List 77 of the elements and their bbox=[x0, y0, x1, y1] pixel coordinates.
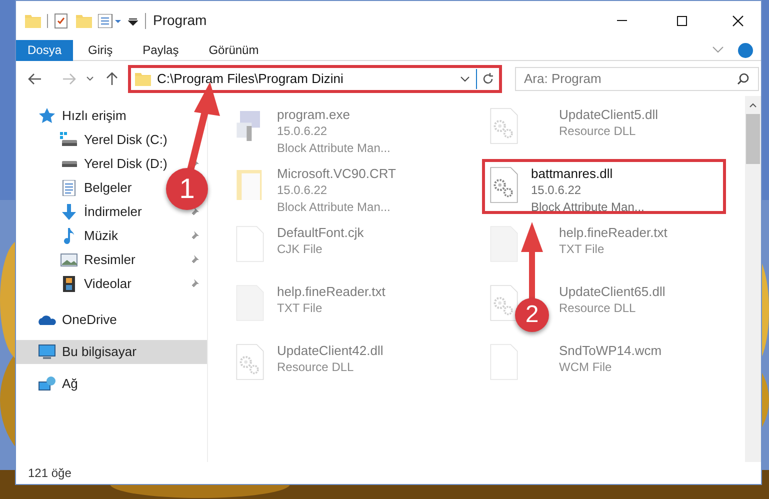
file-name: UpdateClient65.dll bbox=[559, 283, 666, 300]
gear-file-icon bbox=[489, 106, 519, 146]
film-icon bbox=[60, 276, 78, 292]
window-title: Program bbox=[153, 11, 207, 30]
scroll-thumb[interactable] bbox=[746, 114, 760, 164]
sidebar-item[interactable]: Hızlı erişim bbox=[16, 104, 134, 128]
item-count: 121 öğe bbox=[28, 465, 72, 482]
pin-icon bbox=[189, 255, 199, 265]
file-detail: CJK File bbox=[277, 241, 324, 258]
pictures-icon bbox=[60, 252, 78, 268]
dropdown-icon[interactable] bbox=[128, 16, 138, 26]
drive-icon bbox=[60, 132, 78, 148]
file-detail: TXT File bbox=[277, 300, 324, 317]
address-field[interactable]: C:\Program Files\Program Dizini bbox=[128, 64, 502, 92]
scrollbar[interactable] bbox=[745, 96, 761, 462]
file-detail: Resource DLL bbox=[559, 300, 637, 317]
file-name: DefaultFont.cjk bbox=[277, 224, 364, 241]
pin-icon bbox=[189, 231, 199, 241]
search-icon bbox=[737, 72, 749, 84]
new-folder-icon bbox=[76, 14, 92, 28]
close-icon bbox=[732, 14, 744, 26]
file-name: battmanres.dll bbox=[531, 165, 614, 182]
file-detail: 15.0.6.22 bbox=[277, 123, 328, 140]
pin-icon bbox=[189, 279, 199, 289]
back-arrow-icon[interactable] bbox=[28, 72, 42, 84]
file-tab[interactable]: Dosya bbox=[16, 40, 73, 60]
star-icon bbox=[38, 108, 56, 124]
gear-file-icon bbox=[489, 165, 519, 205]
drive-icon bbox=[62, 161, 76, 167]
file-detail: 15.0.6.22 bbox=[277, 182, 328, 199]
file-detail: Resource DLL bbox=[559, 123, 637, 140]
file-name: UpdateClient42.dll bbox=[277, 342, 384, 359]
search-field[interactable]: Ara: Program bbox=[515, 66, 759, 90]
sidebar-item[interactable]: Müzik bbox=[16, 224, 207, 248]
sidebar-item[interactable]: Videolar bbox=[16, 272, 207, 296]
pin-icon bbox=[189, 207, 199, 217]
file-detail: 15.0.6.22 bbox=[531, 182, 582, 199]
ribbon-tab[interactable]: Paylaş bbox=[128, 40, 194, 60]
file-detail: Block Attribute Man... bbox=[277, 140, 390, 157]
folder-icon bbox=[25, 14, 41, 28]
scroll-up-icon[interactable] bbox=[749, 102, 757, 108]
document-icon bbox=[60, 180, 78, 196]
file-detail: WCM File bbox=[559, 359, 613, 376]
file-name: Microsoft.VC90.CRT bbox=[277, 165, 396, 182]
file-detail: Block Attribute Man... bbox=[277, 199, 392, 216]
sidebar-item[interactable]: Belgeler bbox=[16, 176, 140, 200]
gear-file-icon bbox=[489, 283, 519, 323]
chevron-down-icon[interactable] bbox=[460, 76, 470, 82]
sidebar-item[interactable]: Ağ bbox=[16, 372, 86, 396]
file-detail: Resource DLL bbox=[277, 359, 355, 376]
sidebar-item[interactable]: Resimler bbox=[16, 248, 207, 272]
ribbon-tab[interactable]: Giriş bbox=[73, 40, 128, 60]
file-icon bbox=[235, 224, 265, 264]
sidebar-item[interactable]: OneDrive bbox=[16, 308, 125, 332]
help-icon[interactable] bbox=[738, 42, 753, 58]
download-icon bbox=[60, 204, 78, 220]
file-detail: TXT File bbox=[559, 241, 606, 258]
folder-icon bbox=[135, 70, 151, 86]
network-icon bbox=[38, 376, 56, 392]
file-detail: Block Attribute Man... bbox=[531, 199, 644, 216]
file-name: SndToWP14.wcm bbox=[559, 342, 662, 359]
properties-icon[interactable] bbox=[54, 12, 68, 28]
file-name: help.fineReader.txt bbox=[277, 283, 386, 300]
highlighted-file[interactable]: battmanres.dll 15.0.6.22 Block Attribute Man... bbox=[482, 159, 726, 214]
sidebar-item[interactable]: Bu bilgisayar bbox=[16, 340, 207, 364]
file-name: program.exe bbox=[277, 106, 351, 123]
chevron-down-icon[interactable] bbox=[86, 76, 94, 82]
ribbon-tab[interactable]: Görünüm bbox=[194, 40, 274, 60]
view-options-icon[interactable] bbox=[98, 14, 122, 28]
sidebar-item[interactable]: Yerel Disk (C:) bbox=[16, 128, 176, 152]
up-arrow-icon[interactable] bbox=[106, 72, 118, 86]
file-name: help.fineReader.txt bbox=[559, 224, 668, 241]
file-name: UpdateClient5.dll bbox=[559, 106, 658, 123]
file-icon bbox=[489, 342, 519, 382]
refresh-icon[interactable] bbox=[482, 72, 494, 84]
computer-icon bbox=[38, 344, 56, 360]
gear-file-icon bbox=[235, 342, 265, 382]
